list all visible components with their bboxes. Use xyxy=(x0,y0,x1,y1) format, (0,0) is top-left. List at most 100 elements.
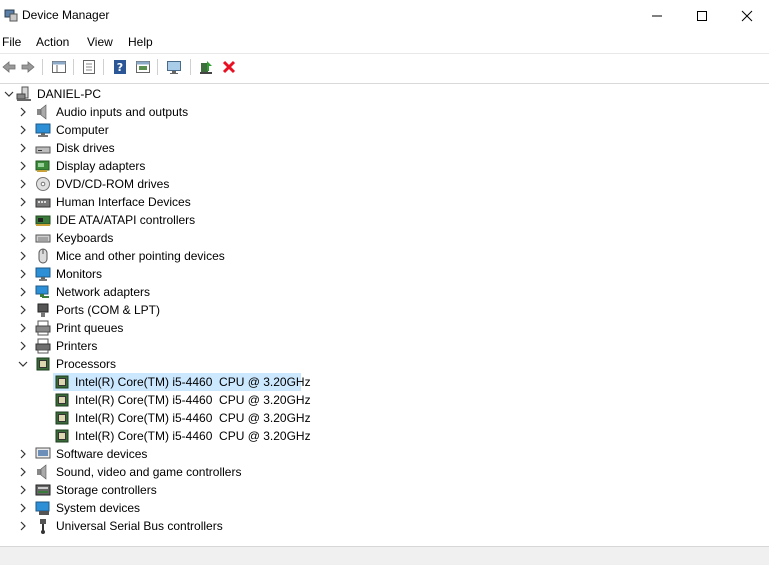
menu-bar: File Action View Help xyxy=(0,32,769,53)
scan-hardware-button[interactable] xyxy=(165,58,183,76)
chevron-right-icon[interactable] xyxy=(18,287,28,297)
chevron-down-icon[interactable] xyxy=(18,359,28,369)
sound-controller-icon xyxy=(37,464,47,480)
chevron-right-icon[interactable] xyxy=(18,269,28,279)
tree-category-universal-serial-bus-controllers[interactable]: Universal Serial Bus controllers xyxy=(0,517,769,535)
tree-category-dvd-cd-rom-drives[interactable]: DVD/CD-ROM drives xyxy=(0,175,769,193)
view-icon xyxy=(136,61,150,73)
hid-icon xyxy=(35,198,51,208)
chevron-right-icon[interactable] xyxy=(18,323,28,333)
menu-help[interactable]: Help xyxy=(128,35,153,49)
help-button[interactable]: ? xyxy=(111,58,129,76)
tree-category-label: Keyboards xyxy=(56,231,114,245)
printer-icon xyxy=(35,338,51,354)
tree-category-sound-video-and-game-controllers[interactable]: Sound, video and game controllers xyxy=(0,463,769,481)
chevron-right-icon[interactable] xyxy=(18,251,28,261)
tree-category-label: Storage controllers xyxy=(56,483,157,497)
chevron-right-icon[interactable] xyxy=(18,161,28,171)
tree-device-label: Intel(R) Core(TM) i5-4460 CPU @ 3.20GHz xyxy=(75,411,311,425)
tree-category-monitors[interactable]: Monitors xyxy=(0,265,769,283)
chevron-right-icon[interactable] xyxy=(18,521,28,531)
tree-category-mice-and-other-pointing-devices[interactable]: Mice and other pointing devices xyxy=(0,247,769,265)
computer-root-icon xyxy=(16,86,31,101)
tree-category-label: Display adapters xyxy=(56,159,146,173)
menu-action[interactable]: Action xyxy=(36,35,69,49)
title-bar: Device Manager xyxy=(0,0,769,31)
monitor-scan-icon xyxy=(167,61,181,74)
chevron-right-icon[interactable] xyxy=(18,107,28,117)
tree-device-item[interactable]: Intel(R) Core(TM) i5-4460 CPU @ 3.20GHz xyxy=(0,427,769,445)
tree-category-software-devices[interactable]: Software devices xyxy=(0,445,769,463)
tree-category-label: Computer xyxy=(56,123,109,137)
keyboard-icon xyxy=(35,234,51,243)
close-button[interactable] xyxy=(724,0,769,31)
tree-category-processors[interactable]: Processors xyxy=(0,355,769,373)
tree-device-label: Intel(R) Core(TM) i5-4460 CPU @ 3.20GHz xyxy=(75,375,311,389)
update-driver-button[interactable] xyxy=(197,58,215,76)
tree-category-label: Disk drives xyxy=(56,141,115,155)
tree-category-system-devices[interactable]: System devices xyxy=(0,499,769,517)
processor-icon xyxy=(55,429,69,443)
back-arrow-icon xyxy=(2,61,16,73)
tree-category-keyboards[interactable]: Keyboards xyxy=(0,229,769,247)
storage-controller-icon xyxy=(35,484,51,496)
tree-category-label: System devices xyxy=(56,501,141,515)
tree-category-ide-ata-atapi-controllers[interactable]: IDE ATA/ATAPI controllers xyxy=(0,211,769,229)
tree-category-label: Human Interface Devices xyxy=(56,195,191,209)
chevron-right-icon[interactable] xyxy=(18,467,28,477)
menu-file[interactable]: File xyxy=(2,35,21,49)
chevron-down-icon[interactable] xyxy=(4,89,14,99)
chevron-right-icon[interactable] xyxy=(18,449,28,459)
monitor-icon xyxy=(35,267,51,281)
tree-category-audio-inputs-and-outputs[interactable]: Audio inputs and outputs xyxy=(0,103,769,121)
action-pane-button[interactable] xyxy=(134,58,152,76)
disk-drive-icon xyxy=(35,146,51,154)
chevron-right-icon[interactable] xyxy=(18,305,28,315)
maximize-button[interactable] xyxy=(679,0,725,31)
chevron-right-icon[interactable] xyxy=(18,197,28,207)
tree-category-human-interface-devices[interactable]: Human Interface Devices xyxy=(0,193,769,211)
print-queue-icon xyxy=(35,320,51,336)
chevron-right-icon[interactable] xyxy=(18,143,28,153)
tree-category-disk-drives[interactable]: Disk drives xyxy=(0,139,769,157)
tree-category-storage-controllers[interactable]: Storage controllers xyxy=(0,481,769,499)
tree-category-label: DVD/CD-ROM drives xyxy=(56,177,170,191)
toolbar: ? xyxy=(0,53,769,81)
mouse-icon xyxy=(38,248,48,264)
forward-button[interactable] xyxy=(19,58,37,76)
chevron-right-icon[interactable] xyxy=(18,341,28,351)
network-adapter-icon xyxy=(35,285,49,298)
tree-category-printers[interactable]: Printers xyxy=(0,337,769,355)
properties-button[interactable] xyxy=(80,58,98,76)
minimize-button[interactable] xyxy=(634,0,680,31)
chevron-right-icon[interactable] xyxy=(18,179,28,189)
ide-controller-icon xyxy=(35,215,51,226)
tree-category-label: Software devices xyxy=(56,447,148,461)
computer-icon xyxy=(35,123,51,137)
show-hide-console-tree-button[interactable] xyxy=(50,58,68,76)
tree-category-computer[interactable]: Computer xyxy=(0,121,769,139)
tree-category-label: Ports (COM & LPT) xyxy=(56,303,161,317)
status-bar xyxy=(0,546,769,565)
usb-icon xyxy=(40,519,46,534)
processor-icon xyxy=(55,375,69,389)
help-icon: ? xyxy=(114,60,126,74)
processor-icon xyxy=(36,357,50,371)
tree-device-item[interactable]: Intel(R) Core(TM) i5-4460 CPU @ 3.20GHz xyxy=(0,409,769,427)
chevron-right-icon[interactable] xyxy=(18,233,28,243)
chevron-right-icon[interactable] xyxy=(18,503,28,513)
tree-root[interactable]: DANIEL-PC xyxy=(0,85,769,103)
tree-category-network-adapters[interactable]: Network adapters xyxy=(0,283,769,301)
tree-category-display-adapters[interactable]: Display adapters xyxy=(0,157,769,175)
menu-view[interactable]: View xyxy=(87,35,113,49)
tree-category-print-queues[interactable]: Print queues xyxy=(0,319,769,337)
tree-category-ports-com-lpt[interactable]: Ports (COM & LPT) xyxy=(0,301,769,319)
back-button[interactable] xyxy=(0,58,18,76)
chevron-right-icon[interactable] xyxy=(18,215,28,225)
chevron-right-icon[interactable] xyxy=(18,125,28,135)
uninstall-button[interactable] xyxy=(220,58,238,76)
chevron-right-icon[interactable] xyxy=(18,485,28,495)
tree-device-item[interactable]: Intel(R) Core(TM) i5-4460 CPU @ 3.20GHz xyxy=(0,391,769,409)
tree-device-item[interactable]: Intel(R) Core(TM) i5-4460 CPU @ 3.20GHz xyxy=(53,373,311,391)
uninstall-x-icon xyxy=(222,60,236,74)
